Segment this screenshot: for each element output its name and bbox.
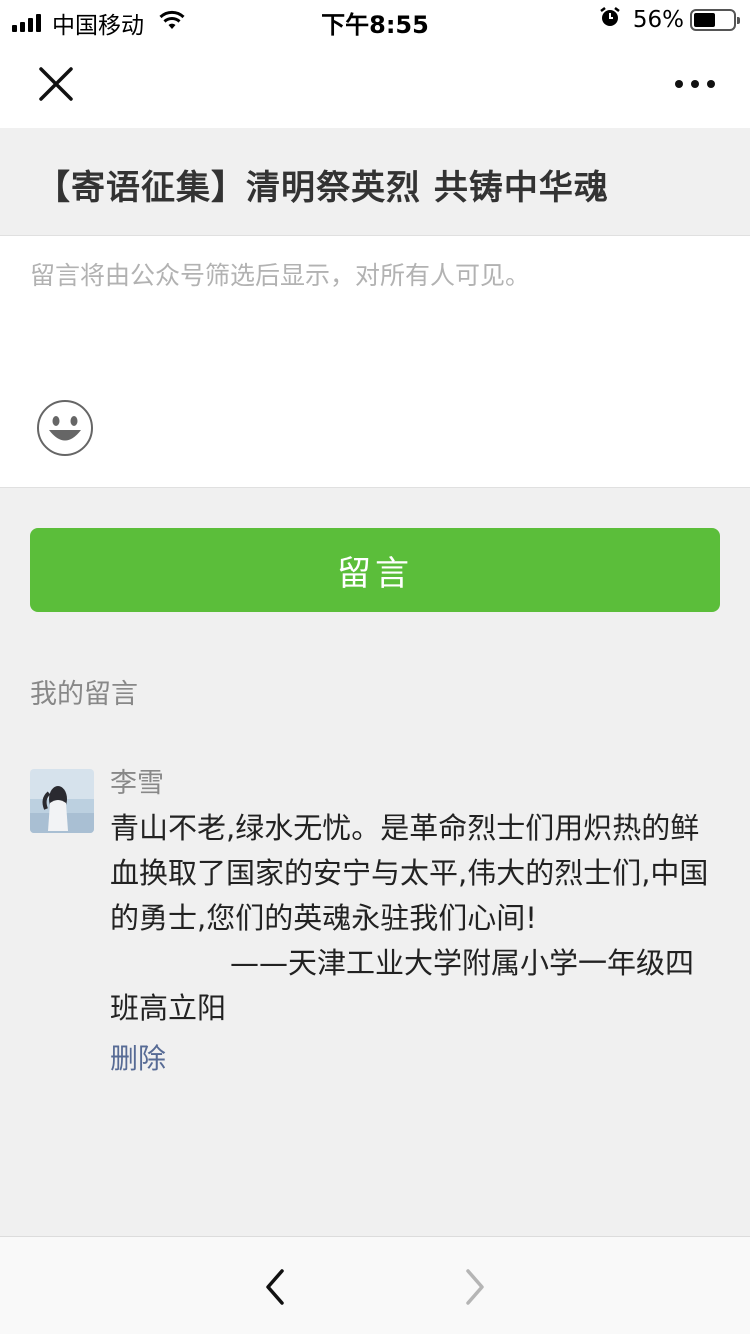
comment-text: 青山不老,绿水无忧。是革命烈士们用炽热的鲜血换取了国家的安宁与太平,伟大的烈士们… [110, 806, 710, 1031]
comment-content: 青山不老,绿水无忧。是革命烈士们用炽热的鲜血换取了国家的安宁与太平,伟大的烈士们… [110, 811, 709, 935]
chevron-left-icon[interactable] [258, 1267, 292, 1307]
more-icon[interactable] [674, 74, 716, 94]
delete-comment-link[interactable]: 删除 [110, 1037, 710, 1077]
battery-icon [690, 9, 740, 31]
comment-input[interactable] [30, 256, 720, 396]
status-bar: 中国移动 下午8:55 56% [0, 0, 750, 40]
emoji-icon[interactable] [36, 399, 94, 457]
chevron-right-icon[interactable] [458, 1267, 492, 1307]
battery-fill [694, 13, 716, 27]
article-title: 【寄语征集】清明祭英烈 共铸中华魂 [36, 168, 609, 208]
battery-percent: 56% [632, 7, 684, 33]
submit-comment-button[interactable]: 留言 [30, 528, 720, 612]
avatar [30, 769, 94, 833]
comment-body: 李雪 青山不老,绿水无忧。是革命烈士们用炽热的鲜血换取了国家的安宁与太平,伟大的… [110, 766, 710, 1077]
comment-signature: ——天津工业大学附属小学一年级四班高立阳 [110, 941, 710, 1031]
nav-bar [0, 40, 750, 128]
comment-compose [0, 236, 750, 488]
comment-author: 李雪 [110, 768, 164, 799]
alarm-icon [599, 6, 621, 34]
bottom-nav-bar [0, 1236, 750, 1334]
status-right: 56% [599, 6, 740, 34]
my-comments-label: 我的留言 [30, 679, 138, 710]
comment-signature-text: ——天津工业大学附属小学一年级四班高立阳 [110, 946, 695, 1025]
close-icon[interactable] [36, 64, 76, 104]
article-header: 【寄语征集】清明祭英烈 共铸中华魂 [0, 128, 750, 236]
